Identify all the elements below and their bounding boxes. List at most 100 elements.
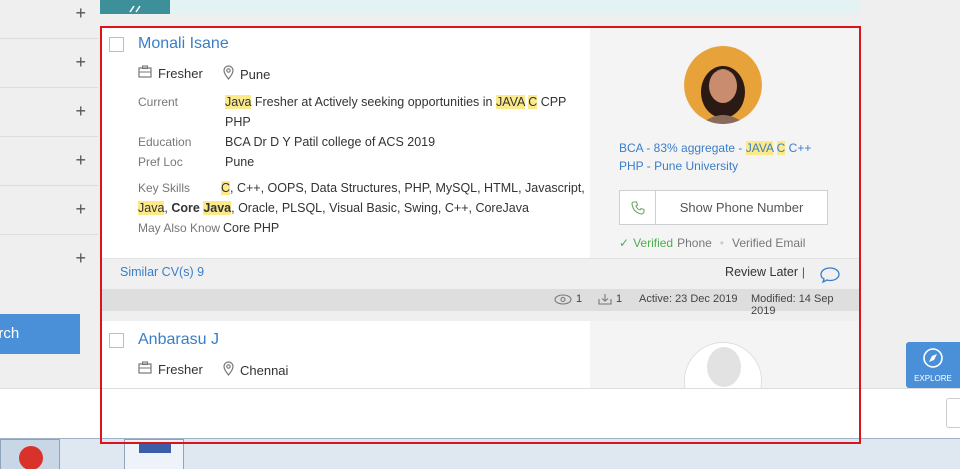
experience-text: Fresher (158, 65, 203, 81)
education-value: BCA Dr D Y Patil college of ACS 2019 (225, 135, 436, 149)
candidate-card: Monali Isane Fresher Pune Current Java F… (100, 27, 860, 288)
verified-phone-label: Verified (633, 236, 674, 250)
skills-text: , Oracle, PLSQL, Visual Basic, Swing, C+… (231, 201, 529, 215)
candidate-card: Anbarasu J Fresher Chennai (100, 321, 860, 388)
select-checkbox[interactable] (109, 333, 124, 348)
filter-row-1[interactable]: + (0, 0, 98, 39)
show-phone-button[interactable]: Show Phone Number (619, 190, 828, 225)
current-label: Current (138, 95, 179, 109)
location: Pune (223, 65, 270, 83)
briefcase-icon (138, 65, 152, 81)
expand-plus-icon[interactable]: + (75, 249, 86, 267)
bottom-side-tab[interactable] (946, 398, 960, 428)
filter-row-4[interactable]: + (0, 137, 98, 186)
location-text: Pune (240, 66, 271, 82)
select-checkbox[interactable] (109, 37, 124, 52)
filter-row-2[interactable]: + (0, 39, 98, 88)
experience: Fresher (138, 361, 203, 377)
similar-cvs-link[interactable]: Similar CV(s) 9 (120, 265, 204, 279)
default-avatar-icon (685, 343, 761, 388)
location-pin-icon (223, 361, 234, 379)
experience: Fresher (138, 65, 203, 81)
downloads-stat: 1 (598, 293, 622, 305)
candidate-name[interactable]: Monali Isane (138, 35, 229, 53)
pref-loc-label: Pref Loc (138, 155, 183, 169)
expand-plus-icon[interactable]: + (75, 200, 86, 218)
footer-separator: | (801, 265, 805, 279)
bottom-panel (0, 388, 960, 438)
expand-plus-icon[interactable]: + (75, 4, 86, 22)
skills-text: Core (171, 201, 204, 215)
taskbar (0, 438, 960, 469)
keyword-highlight: Java (225, 95, 252, 109)
filter-row-6[interactable]: + (0, 235, 98, 284)
eye-icon (554, 293, 572, 305)
key-skills-label: Key Skills (138, 181, 191, 195)
education-summary: BCA - 83% aggregate - JAVA C C++ PHP - Pu… (619, 139, 819, 175)
taskbar-app-button[interactable] (0, 439, 60, 469)
dot-separator-icon: • (719, 236, 724, 250)
experience-text: Fresher (158, 361, 203, 377)
location-text: Chennai (240, 362, 289, 378)
verified-phone-label: Phone (677, 236, 712, 250)
review-later-button[interactable]: Review Later (725, 265, 798, 279)
compass-icon (923, 348, 943, 368)
results-header-strip (100, 0, 860, 14)
verification-status: ✓ Verified Phone • Verified Email (619, 236, 805, 250)
profile-photo-icon (684, 46, 762, 124)
may-also-know-label: May Also Know (138, 221, 221, 235)
candidate-photo[interactable] (684, 46, 762, 124)
comment-icon[interactable] (820, 267, 840, 288)
card-footer: Similar CV(s) 9 Review Later | (100, 258, 860, 288)
key-skills-value-line2: Java, Core Java, Oracle, PLSQL, Visual B… (138, 198, 588, 218)
explore-label: EXPLORE (914, 374, 952, 383)
keyword-highlight: JAVA (745, 141, 774, 155)
views-stat: 1 (554, 293, 582, 305)
candidate-summary-panel (590, 321, 860, 388)
candidate-details: Monali Isane Fresher Pune Current Java F… (100, 27, 590, 258)
download-icon (598, 294, 612, 305)
views-count: 1 (576, 293, 583, 305)
header-tab[interactable] (100, 0, 170, 14)
phone-icon (620, 191, 656, 224)
current-text: Fresher at Actively seeking opportunitie… (251, 95, 496, 109)
page: + + + + + + arch Monali Isane Fresher (0, 0, 960, 469)
keyword-highlight: JAVA (495, 95, 525, 109)
verified-email-label: Verified Email (732, 236, 806, 250)
app-icon (139, 443, 171, 453)
keyword-highlight: Java (203, 201, 232, 215)
skills-text: , C++, OOPS, Data Structures, PHP, MySQL… (230, 181, 585, 195)
current-value: Java Fresher at Actively seeking opportu… (225, 92, 585, 132)
filter-row-3[interactable]: + (0, 88, 98, 137)
app-icon (19, 446, 43, 469)
check-icon: ✓ (619, 236, 630, 250)
current-text: CPP (537, 95, 567, 109)
candidate-photo-placeholder[interactable] (684, 342, 762, 388)
keyword-highlight: C (221, 181, 231, 195)
downloads-count: 1 (616, 293, 623, 305)
search-button[interactable]: arch (0, 314, 80, 354)
modified-date: Modified: 14 Sep 2019 (751, 293, 834, 317)
expand-plus-icon[interactable]: + (75, 151, 86, 169)
arrow-icon (129, 5, 141, 13)
briefcase-icon (138, 361, 152, 377)
active-date: Active: 23 Dec 2019 (639, 293, 738, 305)
expand-plus-icon[interactable]: + (75, 53, 86, 71)
keyword-highlight: C (528, 95, 538, 109)
explore-button[interactable]: EXPLORE (906, 342, 960, 388)
location: Chennai (223, 361, 288, 379)
key-skills-value: C, C++, OOPS, Data Structures, PHP, MySQ… (221, 178, 586, 198)
pref-loc-value: Pune (225, 155, 255, 169)
candidate-name[interactable]: Anbarasu J (138, 331, 219, 349)
filter-row-5[interactable]: + (0, 186, 98, 235)
show-phone-label: Show Phone Number (679, 200, 804, 215)
taskbar-app-button[interactable] (124, 439, 184, 469)
expand-plus-icon[interactable]: + (75, 102, 86, 120)
candidate-stats: 1 1 Active: 23 Dec 2019 Modified: 14 Sep… (100, 289, 860, 317)
summary-text: C++ (785, 141, 812, 155)
candidate-details: Anbarasu J Fresher Chennai (100, 321, 590, 388)
summary-text: BCA - 83% aggregate - (619, 141, 746, 155)
current-text: PHP (225, 115, 251, 129)
may-also-know-value: Core PHP (223, 221, 280, 235)
candidate-summary-panel: BCA - 83% aggregate - JAVA C C++ PHP - Pu… (590, 27, 860, 258)
